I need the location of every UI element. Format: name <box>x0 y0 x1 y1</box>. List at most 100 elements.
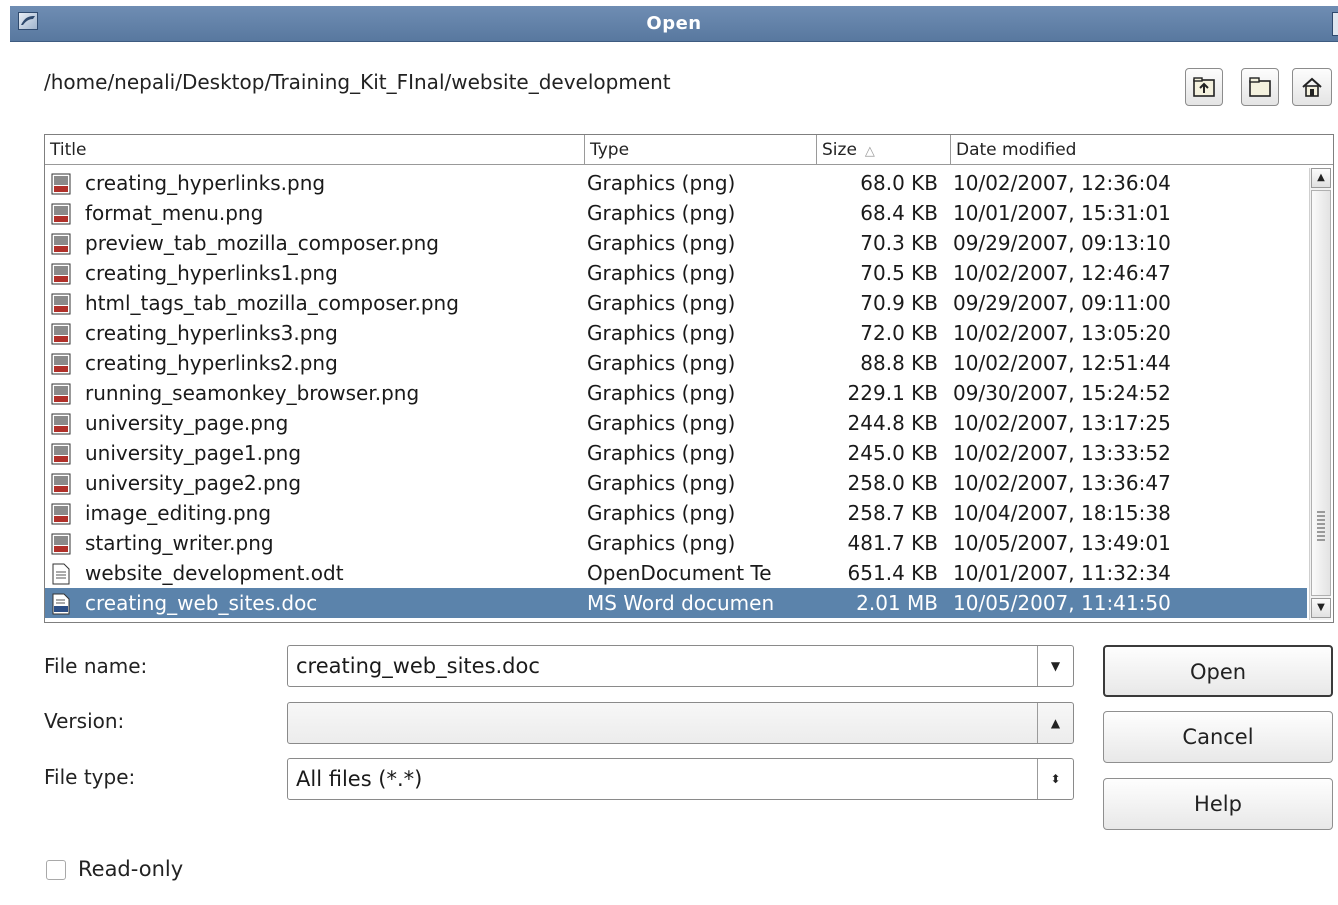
file-date: 10/05/2007, 13:49:01 <box>953 531 1171 555</box>
file-row[interactable]: creating_web_sites.doc MS Word documen 2.0… <box>45 588 1307 618</box>
png-image-icon <box>51 533 73 555</box>
scroll-thumb[interactable] <box>1311 190 1331 596</box>
column-header-type[interactable]: Type <box>585 135 817 165</box>
file-row[interactable]: format_menu.png Graphics (png) 68.4 KB 10/0… <box>45 198 1307 228</box>
file-size: 68.4 KB <box>860 201 938 225</box>
scroll-down-arrow[interactable]: ▼ <box>1311 598 1331 618</box>
vertical-scrollbar[interactable]: ▲ ▼ <box>1309 168 1331 620</box>
file-row[interactable]: preview_tab_mozilla_composer.png Graphics… <box>45 228 1307 258</box>
read-only-checkbox[interactable] <box>46 860 66 880</box>
file-date: 10/01/2007, 15:31:01 <box>953 201 1171 225</box>
file-row[interactable]: html_tags_tab_mozilla_composer.png Graphi… <box>45 288 1307 318</box>
file-type: Graphics (png) <box>587 501 736 525</box>
file-title: website_development.odt <box>85 561 344 585</box>
file-row[interactable]: creating_hyperlinks1.png Graphics (png) 70… <box>45 258 1307 288</box>
word-document-icon <box>51 593 73 615</box>
window-title: Open <box>646 13 702 34</box>
file-name-combobox[interactable]: creating_web_sites.doc ▼ <box>287 645 1074 687</box>
file-list-header: Title Type Size △ Date modified <box>45 135 1333 165</box>
file-list[interactable]: Title Type Size △ Date modified creating_… <box>44 134 1334 623</box>
file-row[interactable]: university_page.png Graphics (png) 244.8 K… <box>45 408 1307 438</box>
file-row[interactable]: starting_writer.png Graphics (png) 481.7 K… <box>45 528 1307 558</box>
new-folder-button[interactable] <box>1241 68 1279 106</box>
file-row[interactable]: website_development.odt OpenDocument Te 65… <box>45 558 1307 588</box>
file-title: preview_tab_mozilla_composer.png <box>85 231 439 255</box>
png-image-icon <box>51 353 73 375</box>
help-button[interactable]: Help <box>1103 778 1333 830</box>
png-image-icon <box>51 413 73 435</box>
file-date: 10/04/2007, 18:15:38 <box>953 501 1171 525</box>
png-image-icon <box>51 293 73 315</box>
scroll-up-arrow[interactable]: ▲ <box>1311 168 1331 188</box>
window-edge <box>1332 12 1338 36</box>
read-only-label[interactable]: Read-only <box>78 857 183 881</box>
file-title: creating_hyperlinks.png <box>85 171 326 195</box>
open-button-label: Open <box>1189 660 1247 684</box>
chevron-down-icon[interactable]: ▼ <box>1037 646 1073 686</box>
up-one-level-button[interactable] <box>1185 68 1223 106</box>
file-title: running_seamonkey_browser.png <box>85 381 420 405</box>
title-bar[interactable]: Open <box>10 6 1338 42</box>
help-button-label: Help <box>1194 792 1242 816</box>
file-row[interactable]: image_editing.png Graphics (png) 258.7 KB 1… <box>45 498 1307 528</box>
png-image-icon <box>51 503 73 525</box>
default-directory-button[interactable] <box>1292 68 1332 106</box>
column-header-date[interactable]: Date modified <box>951 135 1333 165</box>
file-size: 2.01 MB <box>856 591 938 615</box>
file-title: university_page1.png <box>85 441 302 465</box>
file-type: Graphics (png) <box>587 351 736 375</box>
file-type-select[interactable]: All files (*.*) ⬍ <box>287 758 1074 800</box>
column-type-label: Type <box>590 140 630 160</box>
file-type: Graphics (png) <box>587 201 736 225</box>
file-date: 10/02/2007, 12:51:44 <box>953 351 1171 375</box>
file-row[interactable]: running_seamonkey_browser.png Graphics (p… <box>45 378 1307 408</box>
png-image-icon <box>51 443 73 465</box>
png-image-icon <box>51 203 73 225</box>
file-size: 229.1 KB <box>847 381 938 405</box>
cancel-button-label: Cancel <box>1182 725 1254 749</box>
file-type: Graphics (png) <box>587 411 736 435</box>
file-title: starting_writer.png <box>85 531 274 555</box>
file-size: 258.7 KB <box>847 501 938 525</box>
file-title: creating_web_sites.doc <box>85 591 318 615</box>
file-size: 481.7 KB <box>847 531 938 555</box>
version-select[interactable]: ▲ <box>287 702 1074 744</box>
cancel-button[interactable]: Cancel <box>1103 711 1333 763</box>
current-path: /home/nepali/Desktop/Training_Kit_FInal/… <box>44 70 671 94</box>
file-type: MS Word documen <box>587 591 775 615</box>
column-header-size[interactable]: Size △ <box>817 135 951 165</box>
home-icon <box>1300 76 1324 98</box>
file-type: Graphics (png) <box>587 471 736 495</box>
file-row[interactable]: university_page1.png Graphics (png) 245.0 … <box>45 438 1307 468</box>
file-date: 09/29/2007, 09:13:10 <box>953 231 1171 255</box>
file-row[interactable]: creating_hyperlinks2.png Graphics (png) 88… <box>45 348 1307 378</box>
spin-updown-icon[interactable]: ▲ <box>1037 703 1073 743</box>
png-image-icon <box>51 233 73 255</box>
file-row[interactable]: university_page2.png Graphics (png) 258.0 … <box>45 468 1307 498</box>
version-label: Version: <box>44 709 125 733</box>
file-row[interactable]: creating_hyperlinks3.png Graphics (png) 72… <box>45 318 1307 348</box>
file-type-label: File type: <box>44 765 136 789</box>
file-row[interactable]: creating_hyperlinks.png Graphics (png) 68.… <box>45 168 1307 198</box>
file-type: OpenDocument Te <box>587 561 772 585</box>
file-date: 09/29/2007, 09:11:00 <box>953 291 1171 315</box>
open-button[interactable]: Open <box>1103 645 1333 697</box>
file-date: 10/02/2007, 12:46:47 <box>953 261 1171 285</box>
column-header-title[interactable]: Title <box>45 135 585 165</box>
spin-updown-icon[interactable]: ⬍ <box>1037 759 1073 799</box>
file-title: html_tags_tab_mozilla_composer.png <box>85 291 459 315</box>
file-date: 09/30/2007, 15:24:52 <box>953 381 1171 405</box>
file-type: Graphics (png) <box>587 171 736 195</box>
file-size: 244.8 KB <box>847 411 938 435</box>
file-size: 70.5 KB <box>860 261 938 285</box>
file-name-input[interactable]: creating_web_sites.doc <box>296 654 540 678</box>
file-type-value: All files (*.*) <box>296 767 423 791</box>
sort-ascending-icon: △ <box>864 144 875 159</box>
file-size: 651.4 KB <box>847 561 938 585</box>
png-image-icon <box>51 173 73 195</box>
file-title: creating_hyperlinks1.png <box>85 261 338 285</box>
column-date-label: Date modified <box>956 140 1077 160</box>
file-size: 258.0 KB <box>847 471 938 495</box>
file-type: Graphics (png) <box>587 321 736 345</box>
file-date: 10/02/2007, 13:05:20 <box>953 321 1171 345</box>
